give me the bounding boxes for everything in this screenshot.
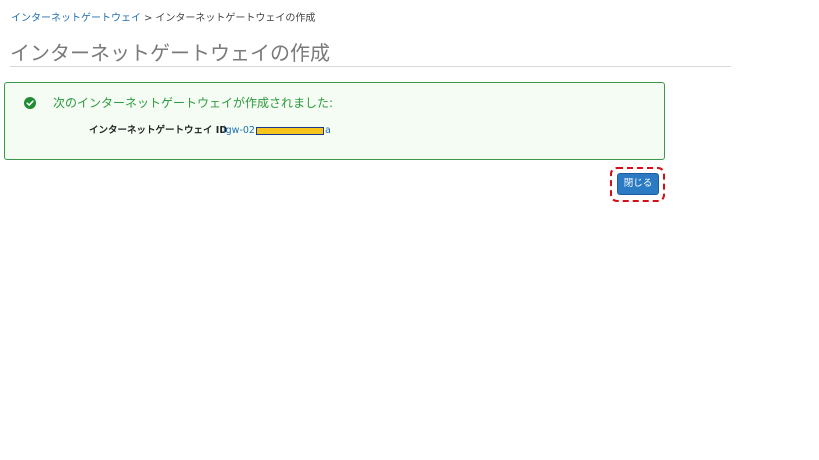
breadcrumb-current: インターネットゲートウェイの作成 bbox=[155, 13, 316, 24]
gateway-id-link[interactable]: igw-02 a bbox=[223, 125, 331, 137]
success-panel: 次のインターネットゲートウェイが作成されました: インターネットゲートウェイ I… bbox=[4, 82, 665, 160]
breadcrumb-link-internet-gateways[interactable]: インターネットゲートウェイ bbox=[11, 13, 141, 24]
redaction-bar bbox=[255, 127, 324, 135]
title-divider bbox=[10, 66, 731, 67]
page-root: インターネットゲートウェイ > インターネットゲートウェイの作成 インターネットゲー… bbox=[0, 0, 819, 460]
check-circle-icon bbox=[24, 97, 36, 109]
gateway-id-label: インターネットゲートウェイ ID bbox=[89, 125, 228, 136]
success-message: 次のインターネットゲートウェイが作成されました: bbox=[53, 96, 334, 110]
gateway-id-suffix: a bbox=[324, 125, 331, 136]
breadcrumb: インターネットゲートウェイ > インターネットゲートウェイの作成 bbox=[11, 12, 315, 26]
page-title: インターネットゲートウェイの作成 bbox=[10, 41, 330, 65]
breadcrumb-separator: > bbox=[144, 13, 153, 24]
gateway-id-prefix: igw-02 bbox=[223, 125, 255, 136]
close-button[interactable]: 閉じる bbox=[617, 173, 659, 195]
